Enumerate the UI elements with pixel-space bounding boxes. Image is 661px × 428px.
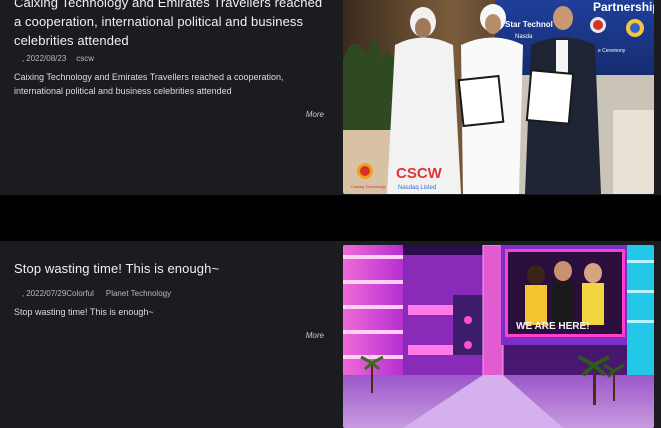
article-thumbnail[interactable]: WE ARE HERE! [343, 245, 654, 428]
article-meta: , 2022/08/23 cscw [22, 54, 94, 64]
meta-separator: , [22, 54, 25, 63]
svg-text:Nasda: Nasda [515, 34, 533, 40]
article-title[interactable]: Caixing Technology and Emirates Travelle… [14, 0, 324, 50]
article-card[interactable]: Caixing Technology and Emirates Travelle… [0, 0, 661, 195]
svg-text:Star Technol: Star Technol [505, 20, 553, 29]
svg-text:CSCW: CSCW [396, 165, 443, 182]
metaverse-city-image: WE ARE HERE! [343, 245, 654, 428]
more-link[interactable]: More [306, 110, 324, 120]
article-text-column: Stop wasting time! This is enough~ , 2022… [14, 241, 324, 428]
svg-text:Caixing Technology: Caixing Technology [351, 184, 386, 189]
article-author-second: Planet Technology [105, 289, 172, 298]
article-thumbnail[interactable]: Partnership Star Technol Nasda e Ceremon… [343, 0, 654, 194]
article-date: 2022/07/29 [26, 289, 67, 298]
article-author: cscw [76, 54, 95, 63]
article-card[interactable]: Stop wasting time! This is enough~ , 2022… [0, 241, 661, 428]
news-list-page: Caixing Technology and Emirates Travelle… [0, 0, 661, 428]
article-title[interactable]: Stop wasting time! This is enough~ [14, 259, 324, 278]
signing-ceremony-photo: Partnership Star Technol Nasda e Ceremon… [343, 0, 654, 194]
svg-text:WE ARE HERE!: WE ARE HERE! [516, 321, 590, 332]
svg-text:e Ceremony: e Ceremony [598, 48, 626, 54]
article-date: 2022/08/23 [26, 54, 67, 63]
more-link[interactable]: More [306, 331, 324, 341]
meta-separator: , [22, 289, 25, 298]
article-text-column: Caixing Technology and Emirates Travelle… [14, 0, 324, 195]
article-author-first: Colorful [66, 289, 94, 298]
svg-text:Partnership: Partnership [593, 0, 654, 14]
svg-text:Nasdaq Listed: Nasdaq Listed [398, 185, 436, 191]
article-meta: , 2022/07/29Colorful Planet Technology [22, 289, 171, 299]
article-summary: Stop wasting time! This is enough~ [14, 307, 154, 317]
article-summary: Caixing Technology and Emirates Travelle… [14, 72, 284, 96]
